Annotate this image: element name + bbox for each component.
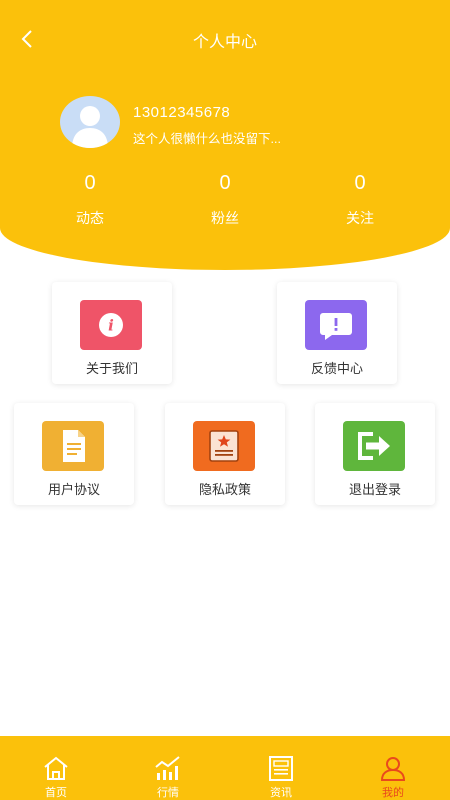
tab-market-label: 行情 bbox=[157, 787, 179, 799]
privacy-icon-box bbox=[193, 421, 255, 471]
about-icon-box: i bbox=[80, 300, 142, 350]
feedback-center-card[interactable]: 反馈中心 bbox=[277, 282, 397, 384]
chart-trend-icon bbox=[155, 756, 180, 780]
avatar[interactable] bbox=[60, 96, 120, 148]
feedback-center-label: 反馈中心 bbox=[310, 361, 363, 376]
stat-posts[interactable]: 0 动态 bbox=[40, 172, 140, 228]
policy-doc-icon bbox=[209, 430, 239, 462]
chat-alert-icon bbox=[320, 313, 352, 340]
logout-icon-box bbox=[343, 421, 405, 471]
tab-home[interactable]: 首页 bbox=[0, 736, 112, 800]
tab-mine-label: 我的 bbox=[382, 787, 404, 799]
stat-followers-label: 粉丝 bbox=[211, 210, 239, 226]
tab-news[interactable]: 资讯 bbox=[225, 736, 337, 800]
tab-market[interactable]: 行情 bbox=[112, 736, 224, 800]
stat-following-value: 0 bbox=[354, 172, 366, 194]
stat-posts-value: 0 bbox=[84, 172, 96, 194]
logout-label: 退出登录 bbox=[348, 482, 401, 497]
default-avatar-icon bbox=[72, 106, 108, 148]
document-icon bbox=[63, 430, 85, 462]
page-title: 个人中心 bbox=[192, 34, 257, 51]
exit-icon bbox=[358, 432, 390, 460]
stat-following-label: 关注 bbox=[346, 210, 374, 226]
tab-news-label: 资讯 bbox=[270, 787, 292, 799]
about-us-label: 关于我们 bbox=[85, 361, 138, 376]
logout-card[interactable]: 退出登录 bbox=[315, 403, 435, 505]
agreement-icon-box bbox=[42, 421, 104, 471]
stat-followers[interactable]: 0 粉丝 bbox=[175, 172, 275, 228]
privacy-policy-card[interactable]: 隐私政策 bbox=[165, 403, 285, 505]
svg-text:i: i bbox=[108, 317, 114, 335]
tab-home-label: 首页 bbox=[45, 787, 67, 799]
bottom-tab-bar: 首页 行情 资讯 我的 bbox=[0, 736, 450, 800]
tab-mine[interactable]: 我的 bbox=[337, 736, 449, 800]
user-phone: 13012345678 bbox=[133, 104, 231, 121]
user-bio: 这个人很懒什么也没留下... bbox=[133, 132, 281, 146]
news-icon bbox=[269, 756, 293, 781]
about-us-card[interactable]: i 关于我们 bbox=[52, 282, 172, 384]
user-icon bbox=[380, 757, 406, 781]
feedback-icon-box bbox=[305, 300, 367, 350]
stat-following[interactable]: 0 关注 bbox=[310, 172, 410, 228]
top-bar: 个人中心 bbox=[0, 0, 450, 76]
user-agreement-label: 用户协议 bbox=[47, 482, 100, 497]
privacy-policy-label: 隐私政策 bbox=[198, 482, 251, 497]
stat-followers-value: 0 bbox=[219, 172, 231, 194]
home-icon bbox=[44, 756, 68, 780]
info-icon: i bbox=[99, 313, 123, 337]
stat-posts-label: 动态 bbox=[76, 210, 104, 226]
user-agreement-card[interactable]: 用户协议 bbox=[14, 403, 134, 505]
